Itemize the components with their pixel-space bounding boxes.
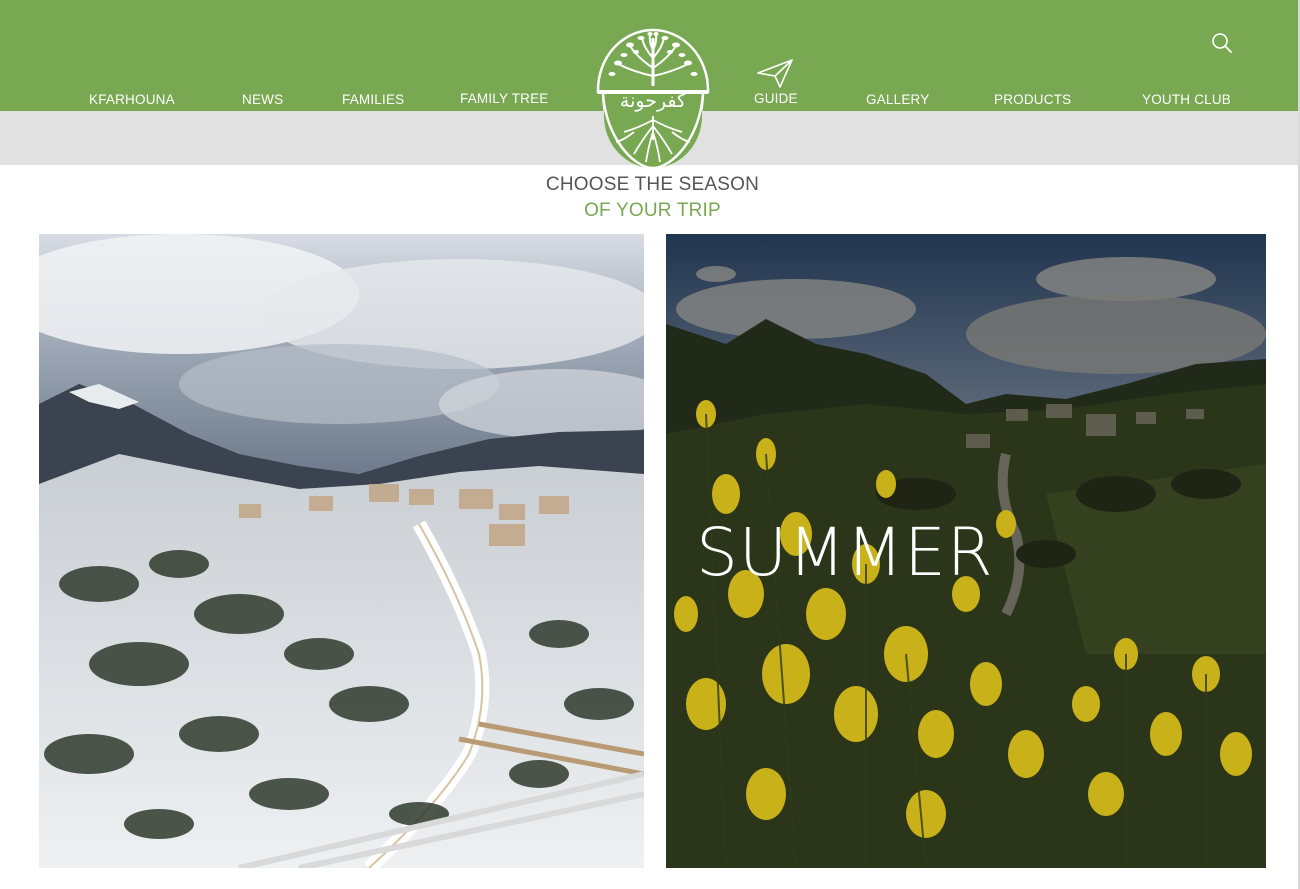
search-icon[interactable] <box>1210 31 1234 55</box>
site-logo[interactable]: كفرحونة <box>594 28 712 170</box>
nav-item-guide[interactable]: GUIDE <box>754 91 798 106</box>
winter-landscape-image <box>39 234 644 868</box>
nav-item-news[interactable]: NEWS <box>242 92 283 107</box>
season-card-summer[interactable]: SUMMER <box>666 234 1266 868</box>
nav-item-families[interactable]: FAMILIES <box>342 92 404 107</box>
nav-item-kfarhouna[interactable]: KFARHOUNA <box>89 92 175 107</box>
logo-arabic-label: كفرحونة <box>619 90 687 112</box>
navigation-arrow-icon[interactable] <box>755 57 795 91</box>
nav-item-youth-club[interactable]: YOUTH CLUB <box>1142 92 1231 107</box>
season-heading-line2: OF YOUR TRIP <box>584 200 721 221</box>
nav-item-gallery[interactable]: GALLERY <box>866 92 929 107</box>
nav-item-family-tree[interactable]: FAMILY TREE <box>460 91 548 106</box>
nav-item-products[interactable]: PRODUCTS <box>994 92 1071 107</box>
season-heading-line1: CHOOSE THE SEASON <box>545 174 760 195</box>
season-label-summer: SUMMER <box>696 514 994 591</box>
season-card-winter[interactable] <box>39 234 644 868</box>
